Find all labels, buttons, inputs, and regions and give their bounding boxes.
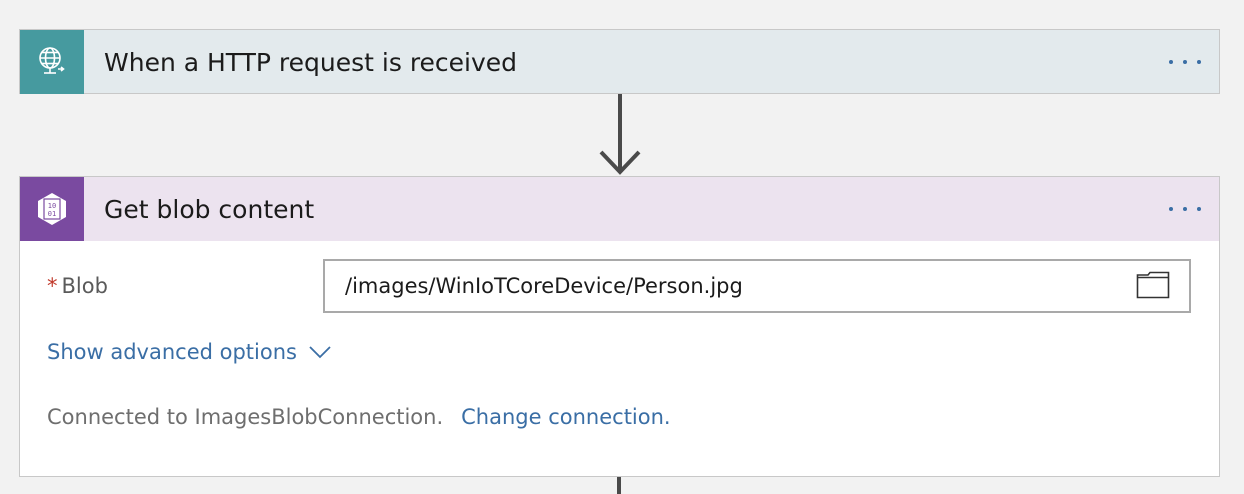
trigger-title: When a HTTP request is received: [104, 47, 518, 77]
action-more-button[interactable]: [1169, 199, 1201, 219]
action-title: Get blob content: [104, 194, 315, 224]
connection-text: Connected to ImagesBlobConnection.: [47, 405, 444, 429]
blob-field-label: * Blob: [47, 274, 108, 298]
folder-icon[interactable]: [1136, 271, 1170, 299]
connector-line: [617, 477, 621, 494]
svg-text:10: 10: [48, 202, 56, 210]
trigger-card-header[interactable]: When a HTTP request is received: [20, 30, 1219, 94]
blob-label-text: Blob: [61, 274, 108, 298]
svg-text:01: 01: [48, 210, 56, 218]
change-connection-link[interactable]: Change connection.: [461, 405, 670, 429]
ellipsis-icon: [1169, 60, 1173, 64]
show-advanced-options-link[interactable]: Show advanced options: [47, 340, 331, 364]
blob-binary-icon: 10 01: [20, 177, 84, 241]
connection-status: Connected to ImagesBlobConnection. Change…: [47, 405, 671, 429]
action-card-header[interactable]: 10 01 Get blob content: [20, 177, 1219, 241]
blob-field-row: * Blob: [20, 259, 1219, 315]
http-globe-icon: [20, 30, 84, 94]
arrow-down-icon: [599, 94, 641, 175]
blob-path-input[interactable]: [323, 259, 1191, 313]
trigger-card[interactable]: When a HTTP request is received: [19, 29, 1220, 94]
trigger-more-button[interactable]: [1169, 52, 1201, 72]
chevron-down-icon: [309, 346, 331, 359]
required-marker: *: [47, 274, 58, 298]
advanced-options-label: Show advanced options: [47, 340, 297, 364]
action-card[interactable]: 10 01 Get blob content *Blob Show advanc…: [19, 176, 1220, 477]
ellipsis-icon: [1169, 207, 1173, 211]
